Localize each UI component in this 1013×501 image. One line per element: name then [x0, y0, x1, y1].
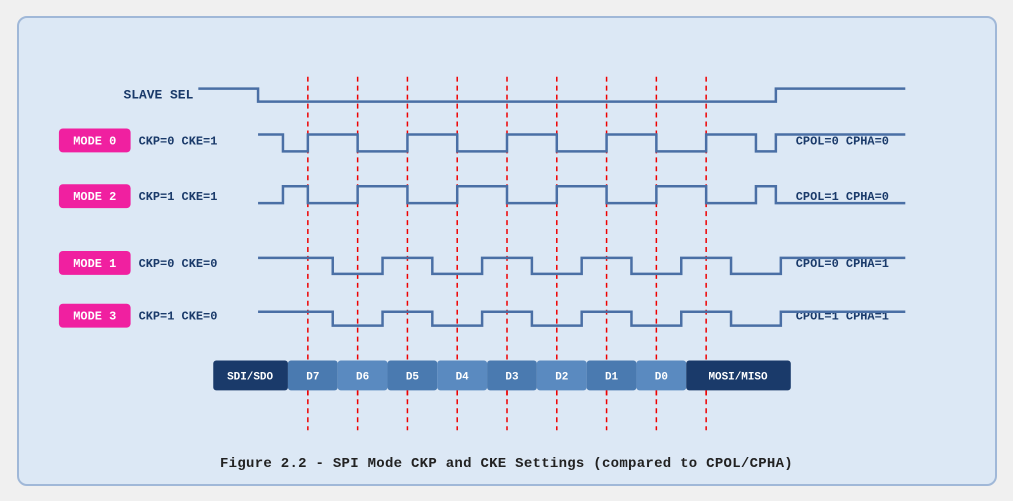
mode3-ckp: CKP=1 CKE=0 — [138, 309, 217, 323]
bit-d3: D3 — [505, 371, 519, 383]
slave-sel-label: SLAVE SEL — [123, 87, 193, 102]
mode1-ckp: CKP=0 CKE=0 — [138, 256, 217, 270]
mode3-label: MODE 3 — [73, 309, 116, 323]
bit-d5: D5 — [405, 371, 418, 383]
mode2-label: MODE 2 — [73, 190, 116, 204]
mode0-cpol: CPOL=0 CPHA=0 — [795, 134, 888, 148]
mode0-ckp: CKP=0 CKE=1 — [138, 134, 217, 148]
mode0-label: MODE 0 — [73, 134, 116, 148]
mode1-label: MODE 1 — [73, 256, 116, 270]
bit-d6: D6 — [356, 371, 369, 383]
timing-diagram: text { font-family: 'Courier New', Couri… — [39, 36, 975, 446]
mosi-label: MOSI/MISO — [708, 371, 768, 383]
sdi-label: SDI/SDO — [227, 371, 273, 383]
outer-container: text { font-family: 'Courier New', Couri… — [17, 16, 997, 486]
diagram-area: text { font-family: 'Courier New', Couri… — [39, 36, 975, 446]
bit-d1: D1 — [604, 371, 618, 383]
mode2-ckp: CKP=1 CKE=1 — [138, 190, 217, 204]
bit-d0: D0 — [654, 371, 667, 383]
figure-caption: Figure 2.2 - SPI Mode CKP and CKE Settin… — [220, 456, 793, 472]
bit-d2: D2 — [555, 371, 568, 383]
bit-d4: D4 — [455, 371, 469, 383]
bit-d7: D7 — [306, 371, 319, 383]
